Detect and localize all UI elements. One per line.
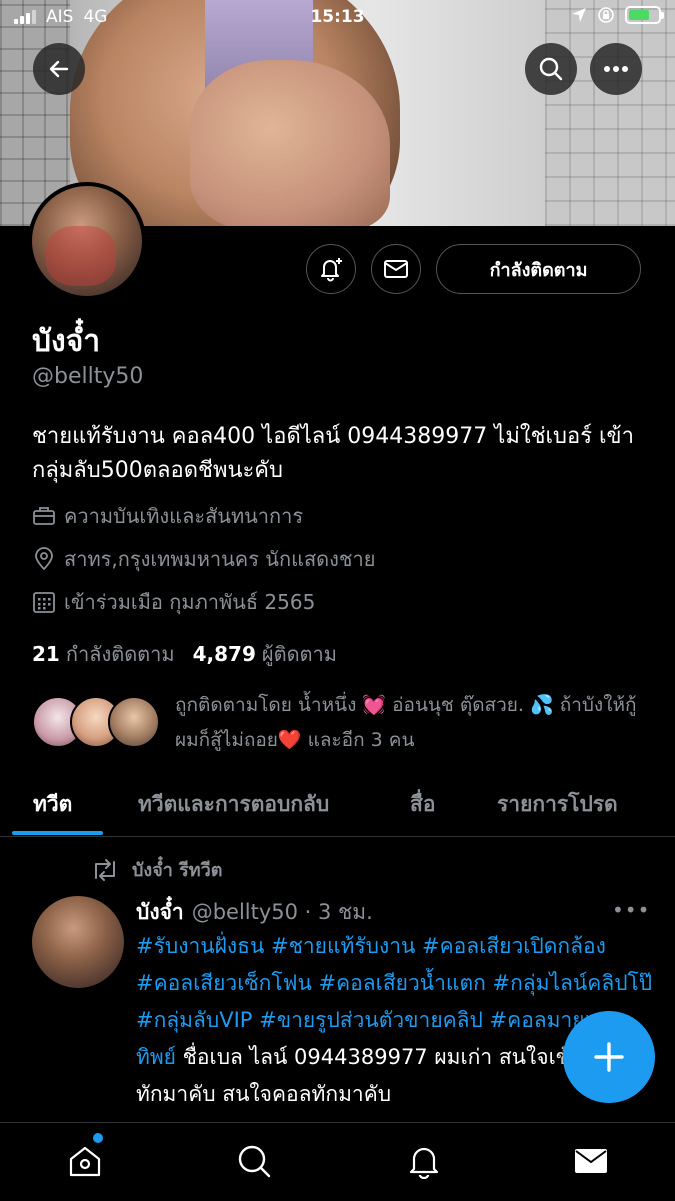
rotation-lock-icon [598,7,614,23]
tweet-header: บังจ๋ำ @bellty50 · 3 ชม. [136,896,373,929]
tab-tweets-replies[interactable]: ทวีตและการตอบกลับ [138,788,329,821]
arrow-left-icon [49,60,69,78]
tweet-avatar[interactable] [32,896,124,988]
following-link[interactable]: 21 กำลังติดตาม [32,638,175,670]
plus-icon [594,1042,624,1072]
nav-home[interactable] [65,1141,105,1181]
bell-icon [409,1147,439,1179]
follower-avatars [32,696,162,752]
search-icon [238,1145,271,1178]
active-tab-indicator [12,831,103,835]
tab-likes[interactable]: รายการโปรด [497,788,618,821]
home-icon [69,1146,101,1177]
follow-counts: 21 กำลังติดตาม 4,879 ผู้ติดตาม [32,638,337,670]
calendar-icon [33,592,55,613]
profile-bio: ชายแท้รับงาน คอล400 ไอดีไลน์ 0944389977 … [32,424,634,483]
more-horizontal-icon [604,66,628,72]
followers-label: ผู้ติดตาม [261,642,337,666]
following-count: 21 [32,642,60,666]
compose-button[interactable] [563,1011,655,1103]
profile-avatar[interactable] [28,182,146,300]
followed-by-section[interactable]: ถูกติดตามโดย น้ำหนึ่ง 💓 อ่อนนุช ตุ๊ดสวย.… [32,688,652,758]
back-button[interactable] [33,43,85,95]
avatar [108,696,160,748]
more-button[interactable] [590,43,642,95]
tab-media[interactable]: สื่อ [410,788,435,821]
home-notification-dot [93,1133,103,1143]
tweet-more-button[interactable]: ••• [612,898,650,922]
profile-joined: เข้าร่วมเมือ กุมภาพันธ์ 2565 [32,586,315,618]
following-label: กำลังติดตาม [65,642,175,666]
tweet-author-handle: @bellty50 · 3 ชม. [191,900,373,924]
message-button[interactable] [371,244,421,294]
nav-notifications[interactable] [404,1141,444,1181]
retweet-icon [95,858,115,881]
retweet-indicator: บังจ๋ำ รีทวีต [90,855,222,884]
envelope-icon [575,1149,607,1173]
search-icon [539,57,563,81]
envelope-icon [384,260,408,278]
location-label: สาทร,กรุงเทพมหานคร นักแสดงชาย [64,547,376,571]
nav-explore[interactable] [234,1141,274,1181]
bell-plus-icon [321,258,342,282]
banner-hand [190,60,390,226]
retweet-label: บังจ๋ำ รีทวีต [132,860,223,881]
profile-handle: @bellty50 [32,364,144,389]
profile-category: ความบันเทิงและสันทนาการ [32,500,303,532]
profile-location: สาทร,กรุงเทพมหานคร นักแสดงชาย [32,543,375,575]
tab-tweets[interactable]: ทวีต [33,788,72,821]
battery-icon [625,6,664,24]
profile-tabs: ทวีต ทวีตและการตอบกลับ สื่อ รายการโปรด [0,772,675,837]
status-bar: AIS 4G 15:13 [0,0,675,36]
following-button[interactable]: กำลังติดตาม [436,244,641,294]
search-button[interactable] [525,43,577,95]
notify-button[interactable] [306,244,356,294]
profile-name: บังจ๋ำ [32,324,101,359]
location-icon [572,8,586,22]
joined-label: เข้าร่วมเมือ กุมภาพันธ์ 2565 [64,590,316,614]
tweet-author-name[interactable]: บังจ๋ำ [136,896,184,929]
category-label: ความบันเทิงและสันทนาการ [64,504,304,528]
nav-messages[interactable] [571,1141,611,1181]
briefcase-icon [33,507,55,525]
followers-link[interactable]: 4,879 ผู้ติดตาม [193,638,337,670]
followers-count: 4,879 [192,642,256,666]
location-pin-icon [35,547,53,571]
followed-by-text: ถูกติดตามโดย น้ำหนึ่ง 💓 อ่อนนุช ตุ๊ดสวย.… [175,694,637,751]
